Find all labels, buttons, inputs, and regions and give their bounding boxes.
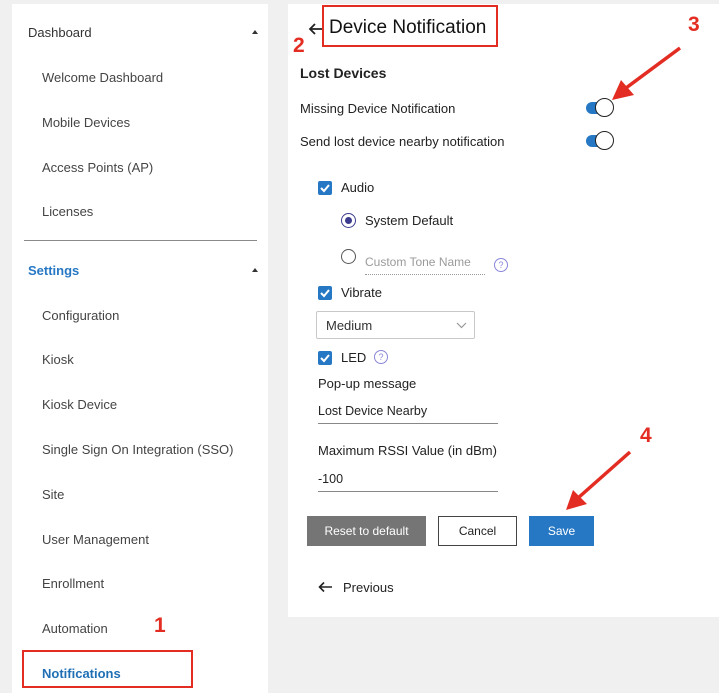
audio-label: Audio bbox=[341, 180, 375, 195]
popup-message-label: Pop-up message bbox=[318, 376, 417, 391]
vibrate-label: Vibrate bbox=[341, 285, 382, 300]
sidebar-item-kiosk-device[interactable]: Kiosk Device bbox=[42, 397, 117, 412]
rssi-underline bbox=[318, 491, 498, 492]
help-icon[interactable]: ? bbox=[374, 350, 388, 364]
main-panel: Device Notification Lost Devices Missing… bbox=[288, 4, 719, 617]
reset-to-default-button[interactable]: Reset to default bbox=[307, 516, 426, 546]
cancel-button[interactable]: Cancel bbox=[438, 516, 517, 546]
sidebar: Dashboard Welcome Dashboard Mobile Devic… bbox=[12, 4, 268, 693]
custom-tone-underline bbox=[365, 274, 485, 275]
vibrate-level-value: Medium bbox=[326, 318, 373, 333]
previous-link[interactable]: Previous bbox=[343, 580, 394, 595]
sidebar-item-kiosk[interactable]: Kiosk bbox=[42, 352, 74, 367]
led-label: LED bbox=[341, 350, 367, 365]
chevron-down-icon bbox=[456, 322, 467, 329]
missing-device-label: Missing Device Notification bbox=[300, 101, 456, 116]
popup-message-input[interactable]: Lost Device Nearby bbox=[318, 404, 427, 418]
sidebar-item-automation[interactable]: Automation bbox=[42, 621, 108, 636]
sidebar-group-dashboard[interactable]: Dashboard bbox=[28, 25, 92, 40]
annotation-box-title bbox=[322, 5, 498, 47]
missing-device-toggle[interactable] bbox=[584, 98, 616, 118]
vibrate-checkbox[interactable] bbox=[318, 286, 332, 300]
back-arrow-icon[interactable] bbox=[318, 581, 333, 593]
annotation-label-3: 3 bbox=[688, 13, 700, 36]
custom-tone-input[interactable]: Custom Tone Name bbox=[365, 255, 471, 269]
sidebar-item-enrollment[interactable]: Enrollment bbox=[42, 576, 104, 591]
annotation-label-2: 2 bbox=[293, 34, 305, 57]
check-icon bbox=[320, 354, 330, 363]
sidebar-group-settings[interactable]: Settings bbox=[28, 263, 79, 278]
sidebar-item-mobile-devices[interactable]: Mobile Devices bbox=[42, 115, 130, 130]
chevron-up-icon[interactable] bbox=[252, 268, 258, 272]
sidebar-item-user-management[interactable]: User Management bbox=[42, 532, 149, 547]
annotation-label-4: 4 bbox=[640, 424, 652, 447]
system-default-radio[interactable] bbox=[341, 213, 356, 228]
help-icon[interactable]: ? bbox=[494, 258, 508, 272]
save-button[interactable]: Save bbox=[529, 516, 594, 546]
check-icon bbox=[320, 184, 330, 193]
rssi-label: Maximum RSSI Value (in dBm) bbox=[318, 443, 497, 458]
vibrate-level-select[interactable]: Medium bbox=[316, 311, 475, 339]
annotation-label-1: 1 bbox=[154, 614, 166, 637]
led-checkbox[interactable] bbox=[318, 351, 332, 365]
sidebar-item-sso[interactable]: Single Sign On Integration (SSO) bbox=[42, 442, 234, 457]
check-icon bbox=[320, 289, 330, 298]
sidebar-divider bbox=[24, 240, 257, 241]
nearby-notification-label: Send lost device nearby notification bbox=[300, 134, 505, 149]
sidebar-item-access-points[interactable]: Access Points (AP) bbox=[42, 160, 153, 175]
nearby-notification-toggle[interactable] bbox=[584, 131, 616, 151]
custom-tone-radio[interactable] bbox=[341, 249, 356, 264]
annotation-box-notifications bbox=[22, 650, 193, 688]
sidebar-item-configuration[interactable]: Configuration bbox=[42, 308, 119, 323]
sidebar-item-welcome-dashboard[interactable]: Welcome Dashboard bbox=[42, 70, 163, 85]
sidebar-item-licenses[interactable]: Licenses bbox=[42, 204, 93, 219]
audio-checkbox[interactable] bbox=[318, 181, 332, 195]
popup-message-underline bbox=[318, 423, 498, 424]
sidebar-item-site[interactable]: Site bbox=[42, 487, 64, 502]
chevron-up-icon[interactable] bbox=[252, 30, 258, 34]
rssi-input[interactable]: -100 bbox=[318, 472, 343, 486]
system-default-label: System Default bbox=[365, 213, 454, 228]
section-title: Lost Devices bbox=[300, 65, 387, 81]
